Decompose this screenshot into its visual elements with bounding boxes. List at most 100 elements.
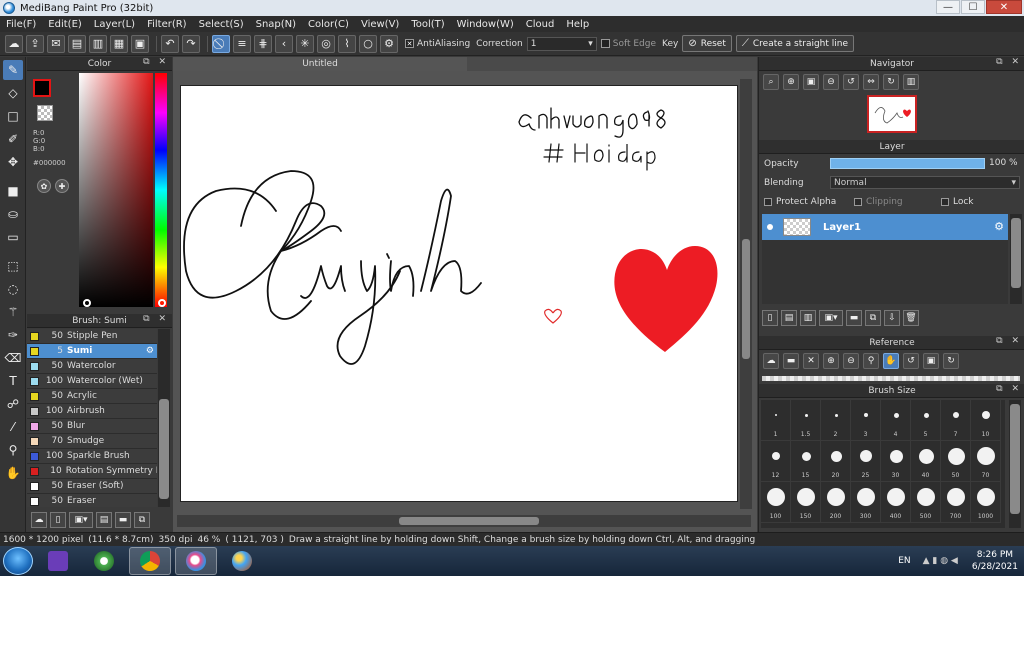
antialiasing-checkbox[interactable]: ✕ AntiAliasing <box>405 39 470 49</box>
reference-rotate-right-icon[interactable]: ↻ <box>943 353 959 369</box>
eraser-tool-icon[interactable]: ◇ <box>3 83 23 103</box>
hand-tool-icon[interactable]: ✋ <box>3 463 23 483</box>
menu-color[interactable]: Color(C) <box>302 19 355 30</box>
menu-edit[interactable]: Edit(E) <box>42 19 88 30</box>
blending-select[interactable]: Normal ▾ <box>830 176 1020 189</box>
page-icon[interactable]: ▥ <box>89 34 107 53</box>
new-layer-icon[interactable]: ▯ <box>762 310 778 326</box>
dot-tool-icon[interactable]: ✐ <box>3 129 23 149</box>
document-tab[interactable]: Untitled <box>173 57 467 71</box>
brush-size-cell[interactable]: 400 <box>881 482 911 523</box>
brush-list-item[interactable]: 100 Airbrush <box>27 404 157 419</box>
language-indicator[interactable]: EN <box>898 556 910 566</box>
undo-icon[interactable]: ↶ <box>161 34 179 53</box>
visibility-icon[interactable] <box>767 224 773 230</box>
snap-parallel-icon[interactable]: ≡ <box>233 34 251 53</box>
brush-list-item[interactable]: 70 Smudge <box>27 434 157 449</box>
brush-tool-icon[interactable]: ✎ <box>3 60 23 80</box>
foreground-color-swatch[interactable] <box>33 79 51 97</box>
menu-tool[interactable]: Tool(T) <box>405 19 450 30</box>
fit-window-icon[interactable]: ▣ <box>803 74 819 90</box>
merge-layer-icon[interactable]: ⇩ <box>884 310 900 326</box>
brush-size-cell[interactable]: 1 <box>761 400 791 441</box>
flip-icon[interactable]: ⇔ <box>863 74 879 90</box>
rotate-right-icon[interactable]: ↻ <box>883 74 899 90</box>
gear-icon[interactable]: ⚙ <box>994 220 1004 233</box>
brush-size-cell[interactable]: 300 <box>851 482 881 523</box>
brush-list-item[interactable]: 100 Sparkle Brush <box>27 449 157 464</box>
reset-view-icon[interactable]: ▥ <box>903 74 919 90</box>
divide-tool-icon[interactable]: ⁄ <box>3 417 23 437</box>
brush-size-cell[interactable]: 3 <box>851 400 881 441</box>
reference-open-icon[interactable]: ▬ <box>783 353 799 369</box>
medibang-taskbar-icon[interactable] <box>175 547 217 575</box>
minimize-button[interactable]: — <box>936 0 960 14</box>
snap-off-icon[interactable]: ⃠ <box>212 34 230 53</box>
snap-curve-icon[interactable]: ⌇ <box>338 34 356 53</box>
fill-rect-tool-icon[interactable]: ■ <box>3 181 23 201</box>
close-button[interactable]: ✕ <box>986 0 1022 14</box>
brush-size-cell[interactable]: 7 <box>941 400 971 441</box>
brush-size-cell[interactable]: 20 <box>821 441 851 482</box>
brush-size-cell[interactable]: 10 <box>971 400 1001 441</box>
brush-size-cell[interactable]: 4 <box>881 400 911 441</box>
brush-size-cell[interactable]: 12 <box>761 441 791 482</box>
gear-icon[interactable]: ⚙ <box>146 346 154 356</box>
brush-size-cell[interactable]: 200 <box>821 482 851 523</box>
gradient-tool-icon[interactable]: ▭ <box>3 227 23 247</box>
redo-icon[interactable]: ↷ <box>182 34 200 53</box>
coccoc-browser-icon[interactable] <box>83 547 125 575</box>
comment-icon[interactable]: ✉ <box>47 34 65 53</box>
clipping-checkbox[interactable]: Clipping <box>854 197 903 207</box>
operation-tool-icon[interactable]: ☍ <box>3 394 23 414</box>
chrome-icon[interactable] <box>129 547 171 575</box>
brush-list-item[interactable]: 50 Watercolor <box>27 359 157 374</box>
brush-new-icon[interactable]: ▯ <box>50 511 66 528</box>
palette-add-icon[interactable]: ✚ <box>55 179 69 193</box>
brush-size-cell[interactable]: 25 <box>851 441 881 482</box>
bucket-tool-icon[interactable]: ⛀ <box>3 204 23 224</box>
brush-size-cell[interactable]: 150 <box>791 482 821 523</box>
brush-list-item[interactable]: 10 Rotation Symmetry P <box>27 464 157 479</box>
snap-ellipse-icon[interactable]: ○ <box>359 34 377 53</box>
rotate-left-icon[interactable]: ↺ <box>843 74 859 90</box>
protect-alpha-checkbox[interactable]: Protect Alpha <box>764 197 836 207</box>
brush-size-cell[interactable]: 70 <box>971 441 1001 482</box>
drawing-canvas[interactable] <box>180 85 738 502</box>
brush-size-cell[interactable]: 700 <box>941 482 971 523</box>
saturation-value-picker[interactable] <box>79 73 153 307</box>
lock-checkbox[interactable]: Lock <box>941 197 974 207</box>
brush-size-cell[interactable]: 100 <box>761 482 791 523</box>
maximize-button[interactable]: ☐ <box>961 0 985 14</box>
new-halftone-layer-icon[interactable]: ▤ <box>781 310 797 326</box>
brush-move-icon[interactable]: ▤ <box>96 511 112 528</box>
menu-file[interactable]: File(F) <box>0 19 42 30</box>
clock[interactable]: 8:26 PM 6/28/2021 <box>972 549 1018 573</box>
brush-list-item[interactable]: 50 Eraser (Soft) <box>27 479 157 494</box>
layer-row[interactable]: Layer1 ⚙ <box>762 214 1008 240</box>
reference-hand-icon[interactable]: ✋ <box>883 353 899 369</box>
menu-cloud[interactable]: Cloud <box>520 19 561 30</box>
brush-size-cell[interactable]: 50 <box>941 441 971 482</box>
reference-cloud-icon[interactable]: ☁ <box>763 353 779 369</box>
menu-snap[interactable]: Snap(N) <box>250 19 302 30</box>
canvas-horizontal-scrollbar[interactable] <box>177 515 751 527</box>
brush-size-cell[interactable]: 5 <box>911 400 941 441</box>
brush-size-cell[interactable]: 500 <box>911 482 941 523</box>
reset-button[interactable]: ⊘ Reset <box>682 35 732 52</box>
folder-icon[interactable]: ▬ <box>846 310 862 326</box>
brush-size-cell[interactable]: 30 <box>881 441 911 482</box>
sv-marker[interactable] <box>83 299 91 307</box>
layer-list-scrollbar[interactable] <box>1010 214 1022 304</box>
eyedropper-tool-icon[interactable]: ⚲ <box>3 440 23 460</box>
brush-add-cloud-icon[interactable]: ☁ <box>31 511 47 528</box>
soft-edge-checkbox[interactable]: Soft Edge <box>600 39 656 49</box>
duplicate-layer-icon[interactable]: ⧉ <box>865 310 881 326</box>
menu-help[interactable]: Help <box>560 19 595 30</box>
snap-vanish-icon[interactable]: ‹ <box>275 34 293 53</box>
select-rect-tool-icon[interactable]: ⬚ <box>3 256 23 276</box>
delete-layer-icon[interactable]: 🗑 <box>903 310 919 326</box>
panel-controls-icon[interactable]: ⧉ ✕ <box>143 314 169 324</box>
hue-marker[interactable] <box>158 299 166 307</box>
select-eraser-tool-icon[interactable]: ⌫ <box>3 348 23 368</box>
